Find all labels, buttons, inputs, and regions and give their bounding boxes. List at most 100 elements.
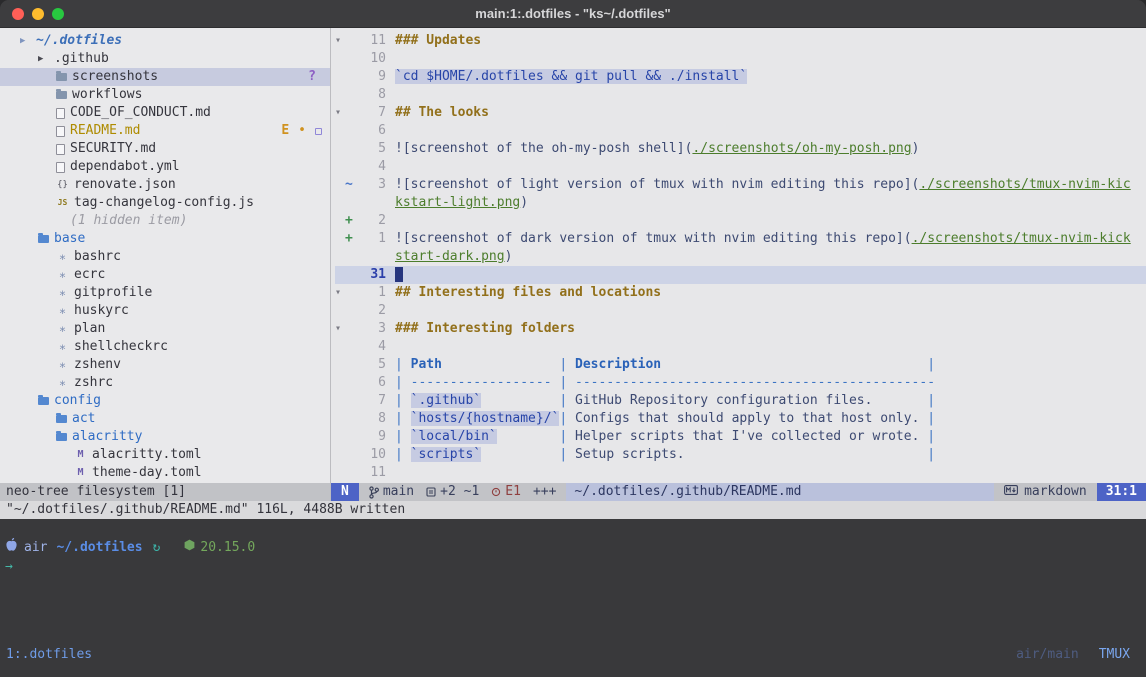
line-text: ![screenshot of the oh-my-posh shell](./… [395,140,1131,158]
line-number: 3 [358,176,386,212]
buffer-line[interactable]: ▾1## Interesting files and locations [335,284,1146,302]
tree-item-label: (1 hidden item) [70,212,187,230]
git-sign [345,284,358,302]
expander-icon[interactable]: ▶ [38,50,49,68]
fold-indicator-icon[interactable]: ▾ [335,104,345,122]
zoom-button[interactable] [52,8,64,20]
tree-item[interactable]: ∗shellcheckrc [0,338,330,356]
tree-item[interactable]: screenshots? [0,68,330,86]
tree-item[interactable]: ▶.github [0,50,330,68]
git-sign [345,104,358,122]
buffer-line[interactable]: 2 [335,302,1146,320]
tree-item[interactable]: act [0,410,330,428]
fold-column [335,428,345,446]
tmux-status-right: air/main TMUX [1016,646,1130,664]
git-diff-summary: +2 ~1 [426,483,479,501]
line-text: | ------------------ | -----------------… [395,374,1131,392]
text-segment: | [395,429,411,444]
tree-item[interactable]: JStag-changelog-config.js [0,194,330,212]
buffer-line[interactable]: 31 [335,266,1146,284]
tree-item-label: theme-day.toml [92,464,202,482]
text-segment: Configs that should apply to that host o… [575,411,919,426]
shell-icon: ∗ [56,338,69,356]
tree-item[interactable]: ▶~/.dotfiles [0,32,330,50]
buffer-line[interactable]: +2 [335,212,1146,230]
buffer-line[interactable]: 7| `.github` | GitHub Repository configu… [335,392,1146,410]
buffer-line[interactable]: 8| `hosts/{hostname}/`| Configs that sho… [335,410,1146,428]
line-number: 4 [358,338,386,356]
folder-icon [56,415,67,423]
tree-item[interactable]: CODE_OF_CONDUCT.md [0,104,330,122]
text-segment: | [395,447,411,462]
buffer-line[interactable]: 6 [335,122,1146,140]
tree-item[interactable]: workflows [0,86,330,104]
tree-item[interactable]: ∗ecrc [0,266,330,284]
tree-item[interactable]: ∗zshenv [0,356,330,374]
line-number: 31 [358,266,386,284]
fold-column [335,68,345,86]
tree-item[interactable]: base [0,230,330,248]
expander-icon[interactable]: ▶ [20,32,31,50]
tree-item-label: act [72,410,95,428]
buffer-line[interactable]: 11 [335,464,1146,482]
tree-item[interactable]: alacritty [0,428,330,446]
tree-item[interactable]: ∗bashrc [0,248,330,266]
buffer-line[interactable]: ▾7## The looks [335,104,1146,122]
line-text: `cd $HOME/.dotfiles && git pull && ./ins… [395,68,1131,86]
buffer-line[interactable]: 8 [335,86,1146,104]
markdown-icon [1004,483,1018,501]
tree-item-label: renovate.json [74,176,176,194]
text-segment: ) [520,195,528,210]
tmux-window-tab[interactable]: 1:.dotfiles [6,646,92,664]
diagnostics-icon [491,487,501,497]
git-branch-name: main [383,483,414,501]
buffer-line[interactable]: 10 [335,50,1146,68]
minimize-button[interactable] [32,8,44,20]
buffer-line[interactable]: ▾11### Updates [335,32,1146,50]
text-segment: ) [505,249,513,264]
buffer-line[interactable]: +1![screenshot of dark version of tmux w… [335,230,1146,266]
fold-indicator-icon[interactable]: ▾ [335,32,345,50]
buffer-line[interactable]: ▾3### Interesting folders [335,320,1146,338]
git-sign [345,122,358,140]
tree-item[interactable]: (1 hidden item) [0,212,330,230]
git-sign [345,374,358,392]
text-segment: | [685,447,935,462]
buffer-indicator-icon [315,128,322,135]
buffer-line[interactable]: ~3![screenshot of light version of tmux … [335,176,1146,212]
close-button[interactable] [12,8,24,20]
text-segment: ) [912,141,920,156]
text-segment: `local/bin` [411,429,497,444]
fold-indicator-icon[interactable]: ▾ [335,284,345,302]
tree-item[interactable]: ∗huskyrc [0,302,330,320]
git-diff-counts: +2 ~1 [440,483,479,501]
tree-item[interactable]: ∗gitprofile [0,284,330,302]
tree-item[interactable]: Mtheme-day.toml [0,464,330,482]
tree-item[interactable]: config [0,392,330,410]
tree-item[interactable]: SECURITY.md [0,140,330,158]
line-number: 10 [358,446,386,464]
fold-indicator-icon[interactable]: ▾ [335,320,345,338]
buffer-line[interactable]: 9| `local/bin` | Helper scripts that I'v… [335,428,1146,446]
tree-item[interactable]: Malacritty.toml [0,446,330,464]
buffer-line[interactable]: 5![screenshot of the oh-my-posh shell](.… [335,140,1146,158]
text-segment: `hosts/{hostname}/` [411,411,560,426]
line-text [395,464,1131,482]
buffer-line[interactable]: 9`cd $HOME/.dotfiles && git pull && ./in… [335,68,1146,86]
fold-column [335,410,345,428]
tree-item[interactable]: ∗plan [0,320,330,338]
buffer-line[interactable]: 10| `scripts` | Setup scripts. | [335,446,1146,464]
tree-item[interactable]: README.mdE• [0,122,330,140]
buffer-line[interactable]: 4 [335,338,1146,356]
buffer-line[interactable]: 5| Path | Description | [335,356,1146,374]
tree-item[interactable]: ∗zshrc [0,374,330,392]
line-number: 1 [358,230,386,266]
tree-item[interactable]: dependabot.yml [0,158,330,176]
prompt-path: ~/.dotfiles [56,539,142,557]
text-segment: ### Interesting folders [395,321,575,336]
tree-item-label: zshrc [74,374,113,392]
tree-item[interactable]: {}renovate.json [0,176,330,194]
terminal-empty-space [0,576,1146,646]
buffer-line[interactable]: 6| ------------------ | ----------------… [335,374,1146,392]
buffer-line[interactable]: 4 [335,158,1146,176]
